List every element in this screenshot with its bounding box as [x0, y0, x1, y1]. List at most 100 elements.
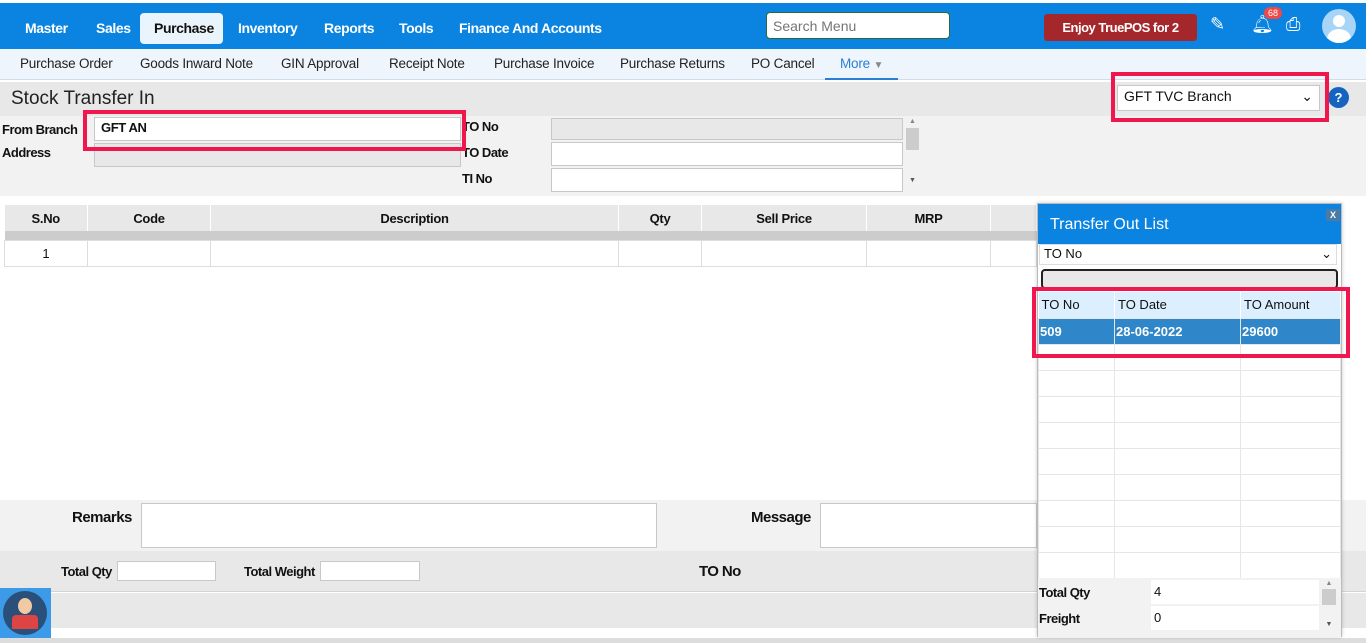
chevron-down-icon: ⌄ — [1301, 88, 1313, 104]
col-extra — [990, 205, 1037, 231]
sub-nav: Purchase Order Goods Inward Note GIN App… — [0, 49, 1366, 80]
avatar[interactable] — [1322, 9, 1356, 43]
dialog-title: Transfer Out List — [1050, 216, 1169, 233]
empty-row — [1038, 447, 1341, 475]
branch-select[interactable]: GFT TVC Branch ⌄ — [1117, 85, 1320, 111]
empty-cell — [1114, 369, 1241, 397]
subnav-purchase-returns[interactable]: Purchase Returns — [620, 49, 725, 80]
empty-cell — [1114, 421, 1241, 449]
empty-cell — [1114, 343, 1241, 371]
to-no-input[interactable] — [551, 118, 903, 140]
col-qty: Qty — [618, 205, 702, 231]
remarks-textarea[interactable] — [141, 503, 657, 548]
empty-row — [1038, 473, 1341, 501]
empty-cell — [1038, 421, 1115, 449]
col-to-amount: TO Amount — [1240, 292, 1341, 318]
empty-cell — [1240, 551, 1341, 579]
col-to-no: TO No — [1038, 292, 1115, 318]
subnav-goods-inward-note[interactable]: Goods Inward Note — [140, 49, 253, 80]
cell-mrp[interactable] — [866, 239, 991, 267]
subnav-purchase-invoice[interactable]: Purchase Invoice — [494, 49, 595, 80]
dialog-freight-label: Freight — [1039, 611, 1080, 626]
subnav-receipt-note[interactable]: Receipt Note — [389, 49, 465, 80]
empty-cell — [1114, 395, 1241, 423]
empty-cell — [1240, 421, 1341, 449]
empty-cell — [1038, 499, 1115, 527]
more-label: More — [840, 56, 870, 71]
nav-sales[interactable]: Sales — [82, 13, 145, 44]
to-no-label: TO No — [462, 119, 499, 134]
promo-button[interactable]: Enjoy TruePOS for 2 Day(s) — [1044, 14, 1197, 62]
empty-cell — [1240, 395, 1341, 423]
filter-search-input[interactable] — [1041, 269, 1338, 289]
footer-to-no-label: TO No — [699, 563, 741, 580]
empty-cell — [1038, 395, 1115, 423]
filter-select[interactable]: TO No ⌄ — [1039, 244, 1337, 265]
empty-row — [1038, 499, 1341, 527]
total-qty-input[interactable] — [117, 561, 216, 581]
items-table: S.No Code Description Qty Sell Price MRP… — [4, 205, 1037, 267]
address-label: Address — [2, 145, 51, 160]
caret-down-icon: ▼ — [873, 60, 884, 71]
subnav-po-cancel[interactable]: PO Cancel — [751, 49, 815, 80]
cell-sell-price[interactable] — [701, 239, 867, 267]
form-scrollbar[interactable]: ▲ ▼ — [906, 118, 919, 190]
table-row[interactable]: 1 — [4, 239, 1037, 267]
empty-row — [1038, 421, 1341, 449]
message-textarea[interactable] — [820, 503, 1037, 548]
address-input[interactable] — [94, 143, 461, 167]
empty-cell — [1114, 447, 1241, 475]
total-weight-input[interactable] — [320, 561, 420, 581]
ti-no-input[interactable] — [551, 168, 903, 192]
empty-cell — [1114, 551, 1241, 579]
from-branch-input[interactable]: GFT AN — [94, 117, 461, 141]
help-icon[interactable]: ? — [1328, 87, 1349, 108]
nav-reports[interactable]: Reports — [310, 13, 388, 44]
dialog-total-qty-label: Total Qty — [1039, 585, 1090, 600]
empty-row — [1038, 525, 1341, 553]
subnav-more[interactable]: More ▼ — [825, 49, 899, 80]
cell-to-date[interactable]: 28-06-2022 — [1114, 317, 1241, 345]
cell-description[interactable] — [210, 239, 619, 267]
empty-cell — [1038, 551, 1115, 579]
empty-row — [1038, 551, 1341, 579]
subnav-purchase-order[interactable]: Purchase Order — [20, 49, 113, 80]
to-date-input[interactable] — [551, 142, 903, 166]
transfer-out-table: TO No TO Date TO Amount 509 28-06-2022 2… — [1038, 292, 1341, 579]
nav-tools[interactable]: Tools — [385, 13, 447, 44]
cell-sno[interactable]: 1 — [4, 239, 88, 267]
nav-master[interactable]: Master — [11, 13, 82, 44]
nav-finance[interactable]: Finance And Accounts — [445, 13, 616, 44]
paint-brush-icon[interactable]: ✎ — [1210, 14, 1225, 35]
support-chat-icon[interactable] — [0, 588, 51, 638]
table-row[interactable]: 509 28-06-2022 29600 — [1038, 317, 1341, 345]
ti-no-label: TI No — [462, 171, 493, 186]
cell-qty[interactable] — [618, 239, 702, 267]
nav-inventory[interactable]: Inventory — [224, 13, 311, 44]
message-label: Message — [751, 509, 811, 526]
search-menu-input[interactable] — [766, 12, 950, 39]
cell-extra[interactable] — [990, 239, 1037, 267]
col-code: Code — [87, 205, 211, 231]
close-button[interactable]: X — [1326, 209, 1340, 221]
empty-row — [1038, 395, 1341, 423]
nav-purchase[interactable]: Purchase — [140, 13, 223, 44]
cell-code[interactable] — [87, 239, 211, 267]
cell-to-amount[interactable]: 29600 — [1240, 317, 1341, 345]
empty-cell — [1240, 343, 1341, 371]
empty-cell — [1240, 499, 1341, 527]
empty-cell — [1240, 525, 1341, 553]
printer-icon[interactable]: ⎙ — [1286, 14, 1300, 35]
dialog-total-qty-value: 4 — [1151, 580, 1319, 604]
dialog-freight-value: 0 — [1151, 606, 1319, 630]
status-strip — [0, 638, 1366, 643]
col-sell-price: Sell Price — [701, 205, 867, 231]
empty-cell — [1038, 369, 1115, 397]
dialog-totals-scrollbar[interactable]: ▲ ▼ — [1322, 580, 1336, 636]
remarks-label: Remarks — [72, 509, 132, 526]
chevron-down-icon: ⌄ — [1321, 246, 1332, 261]
cell-to-no[interactable]: 509 — [1038, 317, 1115, 345]
filter-select-value: TO No — [1044, 246, 1083, 261]
subnav-gin-approval[interactable]: GIN Approval — [281, 49, 359, 80]
to-date-label: TO Date — [462, 145, 509, 160]
